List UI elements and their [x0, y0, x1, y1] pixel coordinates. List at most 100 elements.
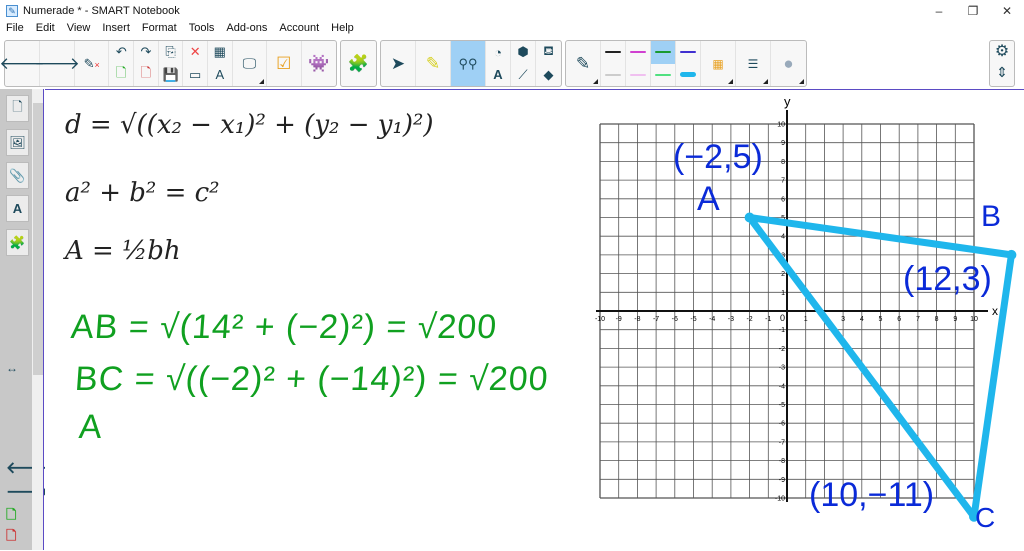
- menu-view[interactable]: View: [61, 22, 97, 38]
- color-palette-button[interactable]: ▦: [701, 41, 736, 86]
- delete-icon[interactable]: ✕: [183, 41, 207, 64]
- delete-page-icon[interactable]: 🗋: [134, 64, 158, 87]
- multi-user-tool[interactable]: ⚲⚲: [451, 41, 486, 86]
- addons-tab[interactable]: 🧩: [6, 229, 29, 256]
- next-page-button[interactable]: 🡒: [34, 41, 80, 86]
- resize-sidebar-icon[interactable]: ↔: [6, 361, 18, 375]
- text-format-icon[interactable]: A: [208, 64, 232, 87]
- display-button[interactable]: 🖵: [233, 41, 268, 86]
- add-page-icon[interactable]: 🗋: [109, 64, 133, 87]
- toolbar: 🡐 🡒 ✎× ↶ 🗋 ↷ 🗋 ⎘ 💾 ✕ ▭ ▦ A 🖵 ☑ 👾 🧩 ➤ ✎ ⚲⚲ ◔ A …: [0, 40, 1024, 87]
- menu-addons[interactable]: Add-ons: [220, 22, 273, 38]
- fill-effect-button[interactable]: ●: [771, 41, 806, 86]
- move-toolbar-icon[interactable]: ⇕: [990, 64, 1014, 87]
- pen-magenta[interactable]: [626, 41, 650, 64]
- x-tick-label: -8: [634, 316, 640, 323]
- x-tick-label: -3: [728, 316, 734, 323]
- screen-shade-icon[interactable]: ▭: [183, 64, 207, 87]
- properties-tab[interactable]: A: [6, 195, 29, 222]
- menu-tools[interactable]: Tools: [183, 22, 221, 38]
- save-icon[interactable]: 💾: [159, 64, 183, 87]
- menu-help[interactable]: Help: [325, 22, 360, 38]
- window-title: Numerade * - SMART Notebook: [23, 5, 180, 17]
- pen-clear-icon: ✎×: [83, 55, 100, 71]
- eraser-icon[interactable]: ◆: [536, 64, 561, 87]
- y-tick-label: -7: [779, 439, 785, 446]
- y-tick-label: 1: [781, 290, 785, 297]
- title-bar: ✎ Numerade * - SMART Notebook – ❐ ✕: [0, 0, 1024, 22]
- image-icon: 🖼: [9, 134, 26, 150]
- highlighter-icon: ✎: [425, 53, 441, 73]
- polygon-icon[interactable]: ⬢: [511, 41, 535, 64]
- page-sorter-tab[interactable]: 🗋: [6, 95, 29, 122]
- vertical-scrollbar[interactable]: [32, 89, 44, 550]
- minimize-button[interactable]: –: [922, 0, 956, 22]
- x-tick-label: -5: [690, 316, 696, 323]
- x-tick-label: 5: [879, 316, 883, 323]
- point-a-name: A: [697, 180, 720, 218]
- x-tick-label: -1: [765, 316, 771, 323]
- pen-purple[interactable]: [676, 41, 700, 64]
- restore-button[interactable]: ❐: [956, 0, 990, 22]
- monitor-icon: 🖵: [242, 55, 257, 71]
- gallery-tab[interactable]: 🖼: [6, 129, 29, 156]
- pen-pink[interactable]: [626, 64, 650, 87]
- y-tick-label: 2: [781, 271, 785, 278]
- y-tick-label: 8: [781, 159, 785, 166]
- lab-button[interactable]: 👾: [302, 41, 336, 86]
- attachments-tab[interactable]: 📎: [6, 162, 29, 189]
- response-button[interactable]: ☑: [267, 41, 302, 86]
- y-tick-label: -9: [779, 477, 785, 484]
- x-tick-label: 3: [841, 316, 845, 323]
- addons-button[interactable]: 🧩: [341, 41, 376, 86]
- y-tick-label: -10: [775, 496, 785, 503]
- delete-page-icon[interactable]: 🗋: [6, 527, 16, 549]
- line-style-button[interactable]: ☰: [736, 41, 771, 86]
- pen-icon: ✎: [575, 53, 591, 73]
- scrollbar-thumb[interactable]: [33, 103, 43, 375]
- redo-icon[interactable]: ↷: [134, 41, 158, 64]
- paste-icon[interactable]: ⎘: [159, 41, 183, 64]
- add-page-icon[interactable]: 🗋: [6, 506, 16, 528]
- menu-file[interactable]: File: [0, 22, 30, 38]
- y-tick-label: -4: [779, 383, 785, 390]
- y-tick-label: 10: [777, 122, 785, 129]
- origin-label: 0: [780, 313, 785, 323]
- x-tick-label: -6: [672, 316, 678, 323]
- whiteboard-canvas[interactable]: d = √((x₂ − x₁)² + (y₂ − y₁)²) a² + b² =…: [45, 89, 1024, 550]
- point-b-label: (12,3): [903, 260, 992, 298]
- select-tool[interactable]: ➤: [381, 41, 416, 86]
- arrow-right-icon: 🡒: [34, 53, 80, 73]
- fill-icon[interactable]: ⛾: [536, 41, 561, 64]
- x-tick-label: -7: [653, 316, 659, 323]
- pen-gray[interactable]: [601, 64, 625, 87]
- pen-green[interactable]: [651, 41, 675, 64]
- shape-icon[interactable]: ◔: [486, 41, 510, 64]
- people-icon: ⚲⚲: [458, 55, 478, 71]
- point-c-label: (10,−11): [809, 476, 935, 514]
- y-axis-label: y: [784, 94, 791, 109]
- highlighter-tool[interactable]: ✎: [416, 41, 451, 86]
- x-tick-label: 10: [970, 316, 978, 323]
- menu-insert[interactable]: Insert: [96, 22, 136, 38]
- pen-cyan-thick[interactable]: [676, 64, 700, 87]
- pen-black[interactable]: [601, 41, 625, 64]
- close-button[interactable]: ✕: [990, 0, 1024, 22]
- y-tick-label: 9: [781, 140, 785, 147]
- menu-edit[interactable]: Edit: [30, 22, 61, 38]
- clear-ink-button[interactable]: ✎×: [75, 41, 110, 86]
- y-tick-label: 4: [781, 234, 785, 241]
- menu-account[interactable]: Account: [273, 22, 325, 38]
- settings-icon[interactable]: ⚙: [990, 41, 1014, 64]
- text-tool-icon[interactable]: A: [486, 64, 510, 87]
- pen-light-green[interactable]: [651, 64, 675, 87]
- menu-format[interactable]: Format: [136, 22, 183, 38]
- line-icon[interactable]: ⟋: [511, 64, 535, 87]
- palette-icon: ▦: [712, 56, 724, 71]
- pen-tool[interactable]: ✎: [566, 41, 601, 86]
- x-tick-label: -10: [595, 316, 605, 323]
- table-icon[interactable]: ▦: [208, 41, 232, 64]
- point-c-name: C: [975, 502, 996, 533]
- undo-icon[interactable]: ↶: [109, 41, 133, 64]
- point-a: [744, 212, 755, 223]
